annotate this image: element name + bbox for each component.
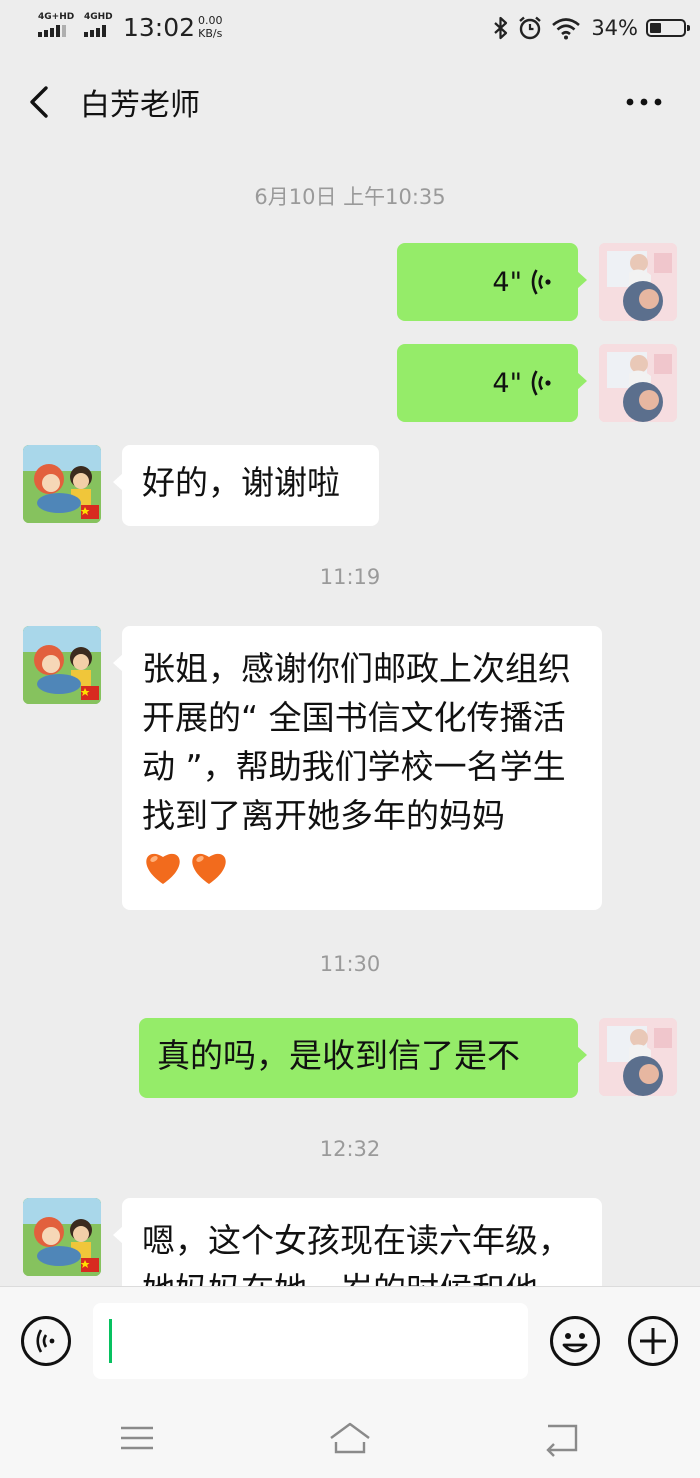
voice-mode-icon[interactable]	[20, 1315, 72, 1367]
message-text: 张姐，感谢你们邮政上次组织开展的“ 全国书信文化传播活动 ”，帮助我们学校一名学…	[142, 649, 571, 835]
network-speed: 0.00 KB/s	[198, 14, 223, 40]
timestamp: 12:32	[319, 1137, 381, 1161]
signal-bars-1-icon	[38, 25, 68, 37]
wifi-icon	[552, 18, 581, 40]
orange-heart-icon	[192, 853, 226, 884]
battery-icon	[646, 19, 690, 37]
plus-icon[interactable]	[627, 1315, 679, 1367]
heart-emojis	[142, 848, 230, 886]
network-label-2: 4GHD	[84, 12, 113, 22]
received-message[interactable]: 张姐，感谢你们邮政上次组织开展的“ 全国书信文化传播活动 ”，帮助我们学校一名学…	[113, 626, 602, 910]
menu-icon[interactable]	[114, 1418, 160, 1458]
timestamp: 11:19	[319, 565, 381, 589]
message-text: 真的吗，是收到信了是不	[157, 1036, 520, 1075]
received-message[interactable]: 好的，谢谢啦	[113, 445, 379, 526]
chat-header: 白芳老师	[0, 56, 700, 148]
voice-wave-icon	[531, 269, 551, 295]
home-icon[interactable]	[327, 1418, 373, 1458]
contact-avatar-image	[23, 626, 101, 704]
battery-percent: 34%	[591, 16, 638, 40]
voice-duration: 4"	[492, 266, 522, 298]
text-cursor	[109, 1319, 112, 1363]
contact-avatar[interactable]	[23, 626, 101, 704]
back-chevron-icon[interactable]	[20, 78, 60, 126]
signal-bars-2-icon	[84, 25, 114, 37]
orange-heart-icon	[146, 853, 180, 884]
status-right: 34%	[493, 12, 690, 44]
self-avatar[interactable]	[599, 243, 677, 321]
message-text: 好的，谢谢啦	[142, 463, 340, 502]
contact-avatar[interactable]	[23, 445, 101, 523]
more-dots-icon[interactable]	[624, 90, 664, 114]
network-label-1: 4G+HD	[38, 12, 75, 22]
sent-message[interactable]: 真的吗，是收到信了是不	[139, 1018, 587, 1098]
received-message[interactable]: 嗯，这个女孩现在读六年级，她妈妈在她一岁的时候和他	[113, 1198, 602, 1286]
contact-avatar[interactable]	[23, 1198, 101, 1276]
emoji-icon[interactable]	[549, 1315, 601, 1367]
voice-wave-icon	[531, 370, 551, 396]
self-avatar[interactable]	[599, 1018, 677, 1096]
voice-message[interactable]: 4"	[397, 243, 587, 321]
bluetooth-icon	[494, 16, 508, 40]
self-avatar[interactable]	[599, 344, 677, 422]
input-bar	[0, 1286, 700, 1399]
timestamp: 11:30	[319, 952, 381, 976]
self-avatar-image	[599, 1018, 677, 1096]
chat-title: 白芳老师	[80, 88, 200, 123]
voice-message[interactable]: 4"	[397, 344, 587, 422]
message-input[interactable]	[93, 1303, 528, 1379]
message-list[interactable]: 6月10日 上午10:35 4" 4" 好的，谢谢啦 11:19 张姐，感谢你们…	[0, 148, 700, 1286]
self-avatar-image	[599, 344, 677, 422]
contact-avatar-image	[23, 1198, 101, 1276]
alarm-icon	[519, 16, 542, 40]
system-nav-bar	[0, 1398, 700, 1478]
contact-avatar-image	[23, 445, 101, 523]
speed-value: 0.00	[198, 14, 223, 27]
timestamp: 6月10日 上午10:35	[254, 185, 446, 209]
status-bar: 4G+HD 4GHD 13:02 0.00 KB/s 34%	[0, 0, 700, 56]
speed-unit: KB/s	[198, 27, 223, 40]
voice-duration: 4"	[492, 367, 522, 399]
message-text: 嗯，这个女孩现在读六年级，她妈妈在她一岁的时候和他	[142, 1221, 571, 1286]
status-time: 13:02	[123, 13, 196, 42]
self-avatar-image	[599, 243, 677, 321]
back-icon[interactable]	[540, 1418, 586, 1458]
